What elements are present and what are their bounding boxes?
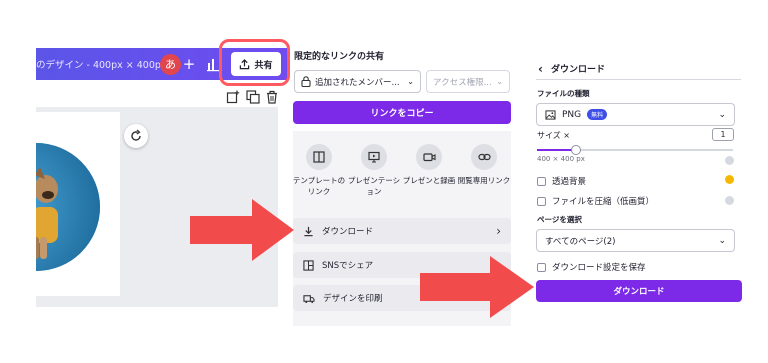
download-button[interactable]: ダウンロード <box>536 280 742 302</box>
pages-value: すべてのページ(2) <box>545 236 616 247</box>
option-label-line2: ョン <box>366 187 382 196</box>
document-title[interactable]: のデザイン - 400px × 400px <box>36 57 167 71</box>
link-icon <box>471 144 497 170</box>
compress-checkbox[interactable] <box>537 196 546 206</box>
refresh-icon <box>131 129 141 141</box>
save-settings-option[interactable]: ダウンロード設定を保存 <box>537 261 646 273</box>
back-chevron-icon[interactable]: ‹ <box>538 62 543 76</box>
upload-icon <box>240 58 250 69</box>
save-settings-checkbox[interactable] <box>537 262 546 272</box>
share-option-template-link[interactable]: テンプレートの リンク <box>291 144 347 197</box>
transparent-bg-label: 透過背景 <box>552 177 587 187</box>
row-label: デザインを印刷 <box>323 294 383 304</box>
share-button-label: 共有 <box>254 60 273 71</box>
download-panel-title: ダウンロード <box>550 65 605 75</box>
template-icon <box>306 144 332 170</box>
save-settings-label: ダウンロード設定を保存 <box>552 263 646 273</box>
lock-icon <box>301 76 311 87</box>
access-permission-select[interactable]: アクセス権限... ⌄ <box>426 70 510 93</box>
share-option-present-record[interactable]: プレゼンと録画 <box>401 144 457 186</box>
size-label: サイズ × <box>537 131 571 140</box>
print-icon <box>303 294 315 303</box>
compress-option[interactable]: ファイルを圧縮（低画質） <box>537 195 654 207</box>
add-collaborator-icon[interactable]: + <box>182 55 196 73</box>
dog-photo[interactable] <box>36 143 100 271</box>
size-input[interactable]: 1 <box>712 128 734 141</box>
compress-label: ファイルを圧縮（低画質） <box>552 197 655 207</box>
transparent-bg-option[interactable]: 透過背景 <box>537 175 586 187</box>
share-option-presentation[interactable]: プレゼンテーシ ョン <box>346 144 402 197</box>
file-type-select[interactable]: PNG 無料 ⌄ <box>536 103 735 126</box>
member-access-select[interactable]: 追加されたメンバー... ⌄ <box>294 70 421 93</box>
share-option-view-only-link[interactable]: 閲覧専用リンク <box>456 144 512 186</box>
pro-crown-icon <box>725 175 734 184</box>
size-dimensions: 400 × 400 px <box>537 155 585 163</box>
download-panel-header: ‹ ダウンロード <box>536 58 741 80</box>
chevron-down-icon: ⌄ <box>496 77 503 86</box>
regenerate-button[interactable] <box>124 124 148 148</box>
crown-icon <box>725 156 734 165</box>
annotation-arrow-left <box>190 199 294 261</box>
option-label: テンプレートの <box>292 176 346 185</box>
transparent-bg-checkbox[interactable] <box>537 176 546 186</box>
row-label: ダウンロード <box>322 227 374 237</box>
member-access-value: 追加されたメンバー... <box>315 77 400 88</box>
file-type-value: PNG <box>562 109 582 120</box>
share-button[interactable]: 共有 <box>231 52 281 76</box>
chevron-down-icon: ⌄ <box>407 77 414 86</box>
trash-icon[interactable] <box>265 89 279 108</box>
pages-select[interactable]: すべてのページ(2) ⌄ <box>536 229 735 252</box>
presentation-icon <box>361 144 387 170</box>
size-slider-thumb[interactable] <box>571 145 582 155</box>
free-badge: 無料 <box>587 109 608 120</box>
share-menu-title: 限定的なリンクの共有 <box>294 52 385 62</box>
duplicate-page-icon[interactable] <box>246 89 260 108</box>
crown-icon <box>725 196 734 205</box>
pages-label: ページを選択 <box>537 215 582 224</box>
chevron-down-icon: ⌄ <box>718 109 726 120</box>
annotation-arrow-right <box>420 256 534 318</box>
option-label: プレゼンと録画 <box>402 176 456 185</box>
chevron-down-icon: ⌄ <box>718 235 726 246</box>
download-icon <box>304 226 313 236</box>
add-page-icon[interactable] <box>226 89 240 108</box>
option-label-line2: リンク <box>307 187 331 196</box>
video-icon <box>416 144 442 170</box>
option-label: プレゼンテーシ <box>347 176 401 185</box>
row-label: SNSでシェア <box>322 261 374 271</box>
file-type-label: ファイルの種類 <box>537 89 590 98</box>
chevron-right-icon: › <box>496 224 501 238</box>
avatar[interactable]: あ <box>160 54 181 75</box>
option-label: 閲覧専用リンク <box>457 176 511 185</box>
copy-link-button[interactable]: リンクをコピー <box>293 101 511 124</box>
sns-icon <box>303 259 314 271</box>
download-row[interactable]: ダウンロード › <box>293 218 511 244</box>
image-icon <box>545 109 556 120</box>
access-permission-value: アクセス権限... <box>433 77 492 88</box>
